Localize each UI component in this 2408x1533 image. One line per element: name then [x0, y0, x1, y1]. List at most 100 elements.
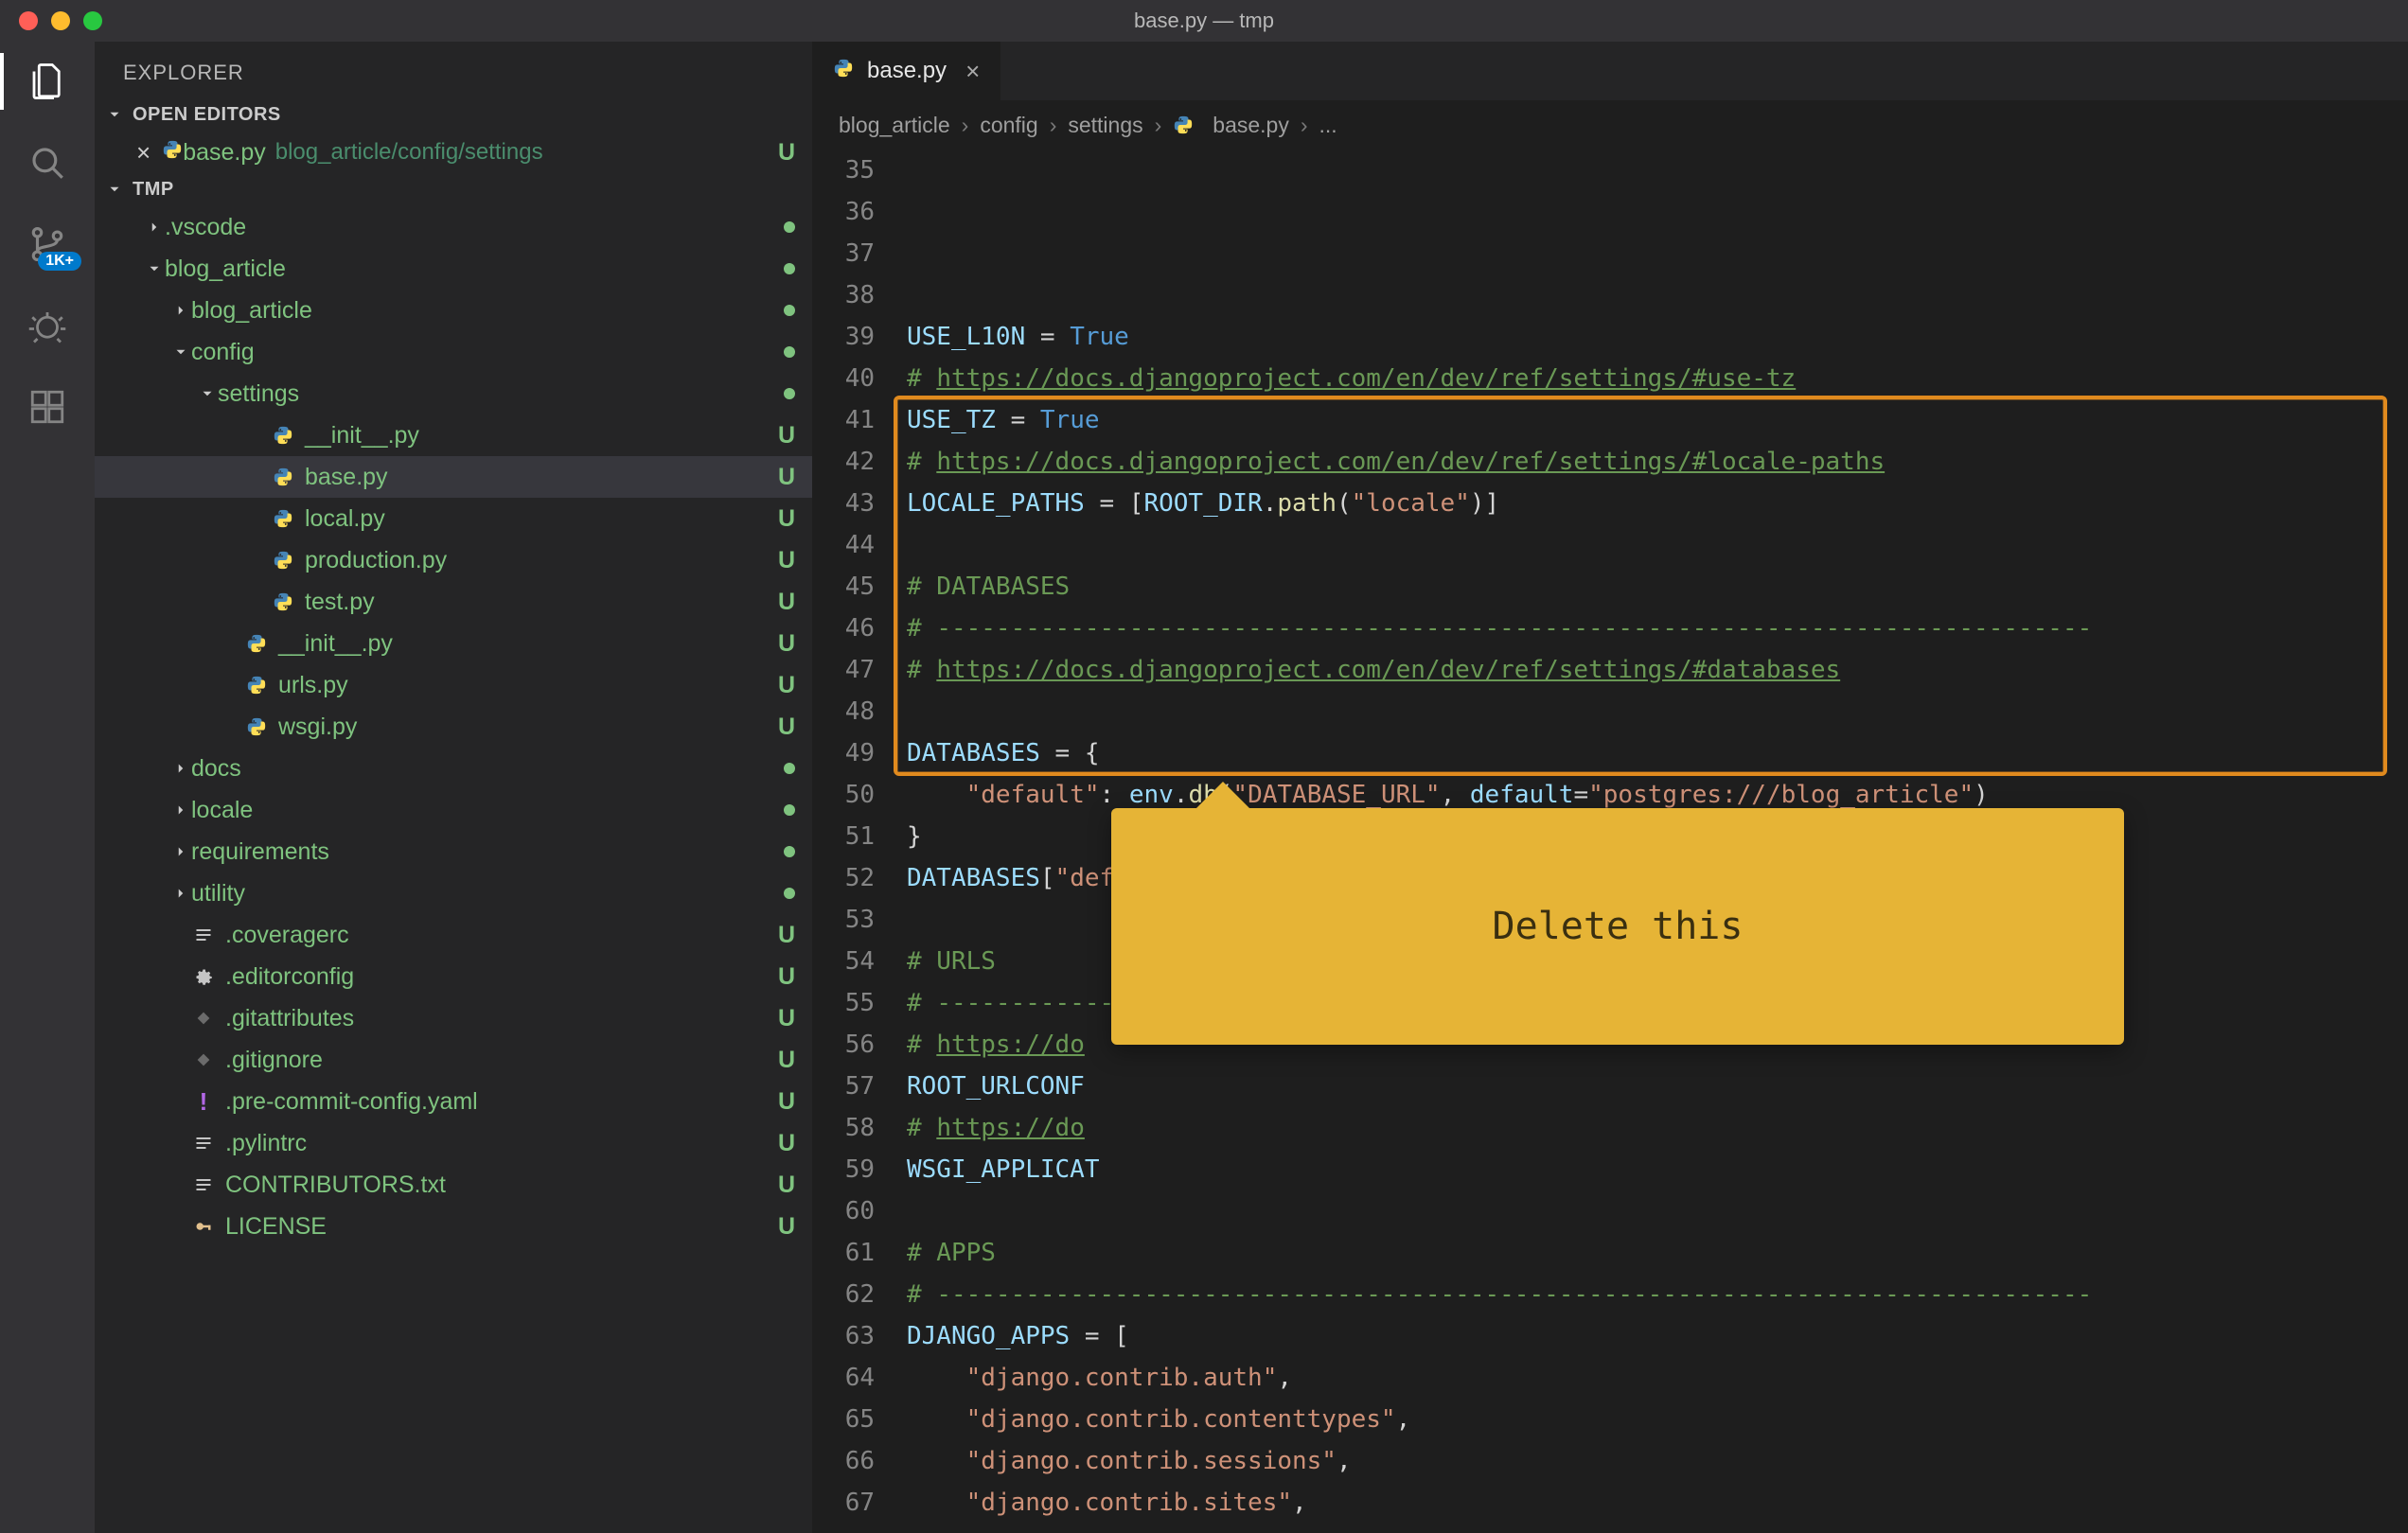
folder--vscode[interactable]: .vscode [95, 206, 812, 248]
activity-explorer[interactable] [25, 59, 70, 104]
file--editorconfig[interactable]: .editorconfigU [95, 956, 812, 997]
file--gitignore[interactable]: .gitignoreU [95, 1039, 812, 1081]
line-number: 61 [812, 1232, 875, 1274]
line-number: 51 [812, 816, 875, 857]
folder-requirements[interactable]: requirements [95, 831, 812, 872]
scm-badge: 1K+ [38, 252, 81, 271]
code-line[interactable]: USE_L10N = True [907, 316, 2408, 358]
file-test-py[interactable]: test.pyU [95, 581, 812, 623]
open-editors-header[interactable]: OPEN EDITORS [95, 98, 812, 132]
file--init-py[interactable]: __init__.pyU [95, 414, 812, 456]
file--pylintrc[interactable]: .pylintrcU [95, 1122, 812, 1164]
file-production-py[interactable]: production.pyU [95, 539, 812, 581]
chevron-down-icon [106, 106, 125, 125]
code-line[interactable]: "django.contrib.messages", [907, 1524, 2408, 1533]
tab-close-icon[interactable]: × [965, 57, 980, 86]
breadcrumb-segment[interactable]: ... [1319, 113, 1337, 138]
python-icon [244, 631, 269, 656]
python-icon [244, 673, 269, 697]
line-number: 48 [812, 691, 875, 732]
chevron-right-icon: › [1050, 113, 1057, 138]
folder-utility[interactable]: utility [95, 872, 812, 914]
folder-settings[interactable]: settings [95, 373, 812, 414]
tree-item-label: __init__.py [278, 630, 393, 658]
editor[interactable]: 3536373839404142434445464748495051525354… [812, 150, 2408, 1533]
code-line[interactable]: # https://do [907, 1107, 2408, 1149]
code-line[interactable]: # https://docs.djangoproject.com/en/dev/… [907, 649, 2408, 691]
breadcrumb-segment[interactable]: blog_article [839, 113, 950, 138]
code-line[interactable]: "django.contrib.sites", [907, 1482, 2408, 1524]
chevron-down-icon [144, 260, 165, 277]
folder-docs[interactable]: docs [95, 748, 812, 789]
titlebar: base.py — tmp [0, 0, 2408, 42]
code-line[interactable]: DJANGO_APPS = [ [907, 1315, 2408, 1357]
files-icon [27, 62, 67, 101]
file-wsgi-py[interactable]: wsgi.pyU [95, 706, 812, 748]
folder-config[interactable]: config [95, 331, 812, 373]
code-line[interactable] [907, 524, 2408, 566]
bug-icon [27, 306, 67, 345]
file-base-py[interactable]: base.pyU [95, 456, 812, 498]
code-line[interactable]: # APPS [907, 1232, 2408, 1274]
line-gutter: 3536373839404142434445464748495051525354… [812, 150, 894, 1533]
window-maximize-button[interactable] [83, 11, 102, 30]
code-line[interactable] [907, 1190, 2408, 1232]
code-line[interactable]: # https://docs.djangoproject.com/en/dev/… [907, 358, 2408, 399]
code-line[interactable]: # DATABASES [907, 566, 2408, 608]
tab-label: base.py [867, 58, 947, 84]
git-status: U [778, 1213, 795, 1241]
tree-item-label: utility [191, 880, 245, 907]
folder-locale[interactable]: locale [95, 789, 812, 831]
code-line[interactable]: # --------------------------------------… [907, 608, 2408, 649]
line-number: 44 [812, 524, 875, 566]
tree-item-label: local.py [305, 505, 385, 533]
tree-item-label: CONTRIBUTORS.txt [225, 1172, 446, 1199]
file-contributors-txt[interactable]: CONTRIBUTORS.txtU [95, 1164, 812, 1206]
breadcrumb-segment[interactable]: settings [1068, 113, 1142, 138]
tree-item-label: settings [218, 380, 299, 408]
file--pre-commit-config-yaml[interactable]: !.pre-commit-config.yamlU [95, 1081, 812, 1122]
tree-item-label: blog_article [165, 256, 286, 283]
open-editor-name: base.py [183, 139, 266, 167]
activity-source-control[interactable]: 1K+ [25, 221, 70, 267]
close-icon[interactable]: × [136, 138, 150, 167]
code-line[interactable]: "django.contrib.auth", [907, 1357, 2408, 1399]
window-minimize-button[interactable] [51, 11, 70, 30]
line-number: 59 [812, 1149, 875, 1190]
activity-debug[interactable] [25, 303, 70, 348]
code-line[interactable]: USE_TZ = True [907, 399, 2408, 441]
breadcrumb[interactable]: blog_article›config›settings›base.py›... [812, 100, 2408, 150]
code-line[interactable]: # https://docs.djangoproject.com/en/dev/… [907, 441, 2408, 483]
code-line[interactable]: ROOT_URLCONF [907, 1066, 2408, 1107]
file--init-py[interactable]: __init__.pyU [95, 623, 812, 664]
lines-icon [191, 1172, 216, 1197]
file-license[interactable]: LICENSEU [95, 1206, 812, 1247]
breadcrumb-segment[interactable]: base.py [1213, 113, 1289, 138]
activity-extensions[interactable] [25, 384, 70, 430]
folder-blog-article[interactable]: blog_article [95, 290, 812, 331]
activity-search[interactable] [25, 140, 70, 185]
code-line[interactable]: # --------------------------------------… [907, 1274, 2408, 1315]
line-number: 53 [812, 899, 875, 941]
code-line[interactable]: WSGI_APPLICAT [907, 1149, 2408, 1190]
tab-base-py[interactable]: base.py × [812, 42, 1001, 100]
code-line[interactable]: "django.contrib.contenttypes", [907, 1399, 2408, 1440]
file-urls-py[interactable]: urls.pyU [95, 664, 812, 706]
breadcrumb-segment[interactable]: config [980, 113, 1037, 138]
file--gitattributes[interactable]: .gitattributesU [95, 997, 812, 1039]
file--coveragerc[interactable]: .coveragercU [95, 914, 812, 956]
open-editor-item[interactable]: × base.py blog_article/config/settings U [95, 132, 812, 173]
search-icon [27, 143, 67, 183]
workspace-header[interactable]: TMP [95, 173, 812, 206]
code-line[interactable]: DATABASES = { [907, 732, 2408, 774]
code-line[interactable]: "django.contrib.sessions", [907, 1440, 2408, 1482]
tree-item-label: test.py [305, 589, 375, 616]
file-local-py[interactable]: local.pyU [95, 498, 812, 539]
folder-blog-article[interactable]: blog_article [95, 248, 812, 290]
code-line[interactable]: LOCALE_PATHS = [ROOT_DIR.path("locale")] [907, 483, 2408, 524]
window-close-button[interactable] [19, 11, 38, 30]
git-modified-dot [784, 346, 795, 358]
line-number: 56 [812, 1024, 875, 1066]
code-line[interactable] [907, 691, 2408, 732]
code-content[interactable]: Delete this USE_L10N = True# https://doc… [894, 150, 2408, 1533]
